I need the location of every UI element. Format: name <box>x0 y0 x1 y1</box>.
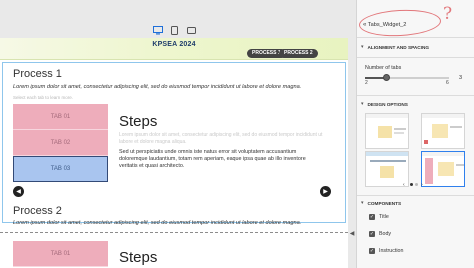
number-of-tabs-label: Number of tabs <box>365 65 402 71</box>
slider-min-label: 2 <box>365 80 368 86</box>
accordion-alignment-and-spacing[interactable]: ▾ ALIGNMENT AND SPACING <box>361 44 429 50</box>
component-instruction-row[interactable]: ✓ Instruction <box>369 248 403 254</box>
component-body-label: Body <box>379 231 392 237</box>
editor-canvas: KPSEA 2024 PROCESS 1 PROCESS 2 Process 1… <box>0 38 348 268</box>
process-1-title[interactable]: Process 1 <box>13 68 62 80</box>
device-switcher <box>152 26 197 35</box>
chevron-down-icon: ▾ <box>361 200 364 206</box>
component-title-row[interactable]: ✓ Title <box>369 214 389 220</box>
design-option-1[interactable] <box>365 113 409 149</box>
panel-header: « Tabs_Widget_2 ? <box>357 0 474 39</box>
design-option-2[interactable] <box>421 113 465 149</box>
slider-handle[interactable] <box>383 74 390 81</box>
annotation-question-mark-icon: ? <box>443 4 453 24</box>
design-pager-next[interactable]: › <box>421 182 423 188</box>
number-of-tabs-slider[interactable] <box>365 74 449 81</box>
tab-03[interactable]: TAB 03 <box>13 156 108 182</box>
checkbox-icon[interactable]: ✓ <box>369 248 375 254</box>
checkbox-icon[interactable]: ✓ <box>369 231 375 237</box>
triangle-left-icon: ◀ <box>349 230 355 237</box>
section-divider <box>0 232 348 233</box>
device-toolbar <box>0 0 356 38</box>
divider <box>357 195 474 196</box>
process-1-text[interactable]: Lorem ipsum dolor sit amet, consectetur … <box>13 84 301 90</box>
chevron-down-icon: ▾ <box>361 101 364 107</box>
process-2-content-title[interactable]: Steps <box>119 249 157 266</box>
tab-02[interactable]: TAB 02 <box>13 130 108 156</box>
tablet-icon[interactable] <box>169 26 180 35</box>
component-title-label: Title <box>379 214 389 220</box>
process-2-title[interactable]: Process 2 <box>13 205 62 217</box>
process-1-instruction[interactable]: Select each tab to learn more. <box>13 95 73 100</box>
divider <box>357 57 474 58</box>
design-pager-dot-1[interactable] <box>410 183 413 186</box>
page-title: KPSEA 2024 <box>152 41 196 48</box>
chevron-left-icon: ◀ <box>16 189 21 195</box>
accordion-alignment-label: ALIGNMENT AND SPACING <box>367 44 429 50</box>
next-arrow-button[interactable]: ▶ <box>320 186 331 197</box>
design-pager-prev[interactable]: ‹ <box>403 182 405 188</box>
chevron-down-icon: ▾ <box>361 44 364 50</box>
process-2-tab-01[interactable]: TAB 01 <box>13 241 108 267</box>
accordion-components-label: COMPONENTS <box>367 200 402 206</box>
tab-01[interactable]: TAB 01 <box>13 104 108 130</box>
design-option-4-selected[interactable] <box>421 151 465 187</box>
accordion-components[interactable]: ▾ COMPONENTS <box>361 200 401 206</box>
mobile-icon[interactable] <box>186 26 197 35</box>
slider-max-label: 6 <box>446 80 449 86</box>
design-pager-dot-2[interactable] <box>415 183 418 186</box>
properties-panel: « Tabs_Widget_2 ? ▾ ALIGNMENT AND SPACIN… <box>356 0 474 268</box>
chevron-right-icon: › <box>421 182 423 188</box>
component-body-row[interactable]: ✓ Body <box>369 231 391 237</box>
header-button-process-2[interactable]: PROCESS 2 <box>279 49 318 58</box>
divider <box>357 95 474 96</box>
tab-content-body[interactable]: Sed ut perspiciatis unde omnis iste natu… <box>119 149 314 170</box>
tab-content-faded-text: Lorem ipsum dolor sit amet, consectetur … <box>119 132 323 145</box>
tab-content-title[interactable]: Steps <box>119 113 157 130</box>
process-2-text[interactable]: Lorem ipsum dolor sit amet, consectetur … <box>13 220 301 226</box>
desktop-icon[interactable] <box>152 26 163 35</box>
annotation-circle <box>358 7 442 39</box>
chevron-left-icon: ‹ <box>403 182 405 188</box>
checkbox-icon[interactable]: ✓ <box>369 214 375 220</box>
number-of-tabs-value: 3 <box>459 75 463 81</box>
accordion-design-options[interactable]: ▾ DESIGN OPTIONS <box>361 101 408 107</box>
accordion-design-label: DESIGN OPTIONS <box>367 101 408 107</box>
chevron-right-icon: ▶ <box>323 189 328 195</box>
page-header: KPSEA 2024 PROCESS 1 PROCESS 2 <box>0 38 348 60</box>
collapse-panel-button[interactable]: ◀ <box>348 228 356 238</box>
previous-arrow-button[interactable]: ◀ <box>13 186 24 197</box>
component-instruction-label: Instruction <box>379 248 404 254</box>
